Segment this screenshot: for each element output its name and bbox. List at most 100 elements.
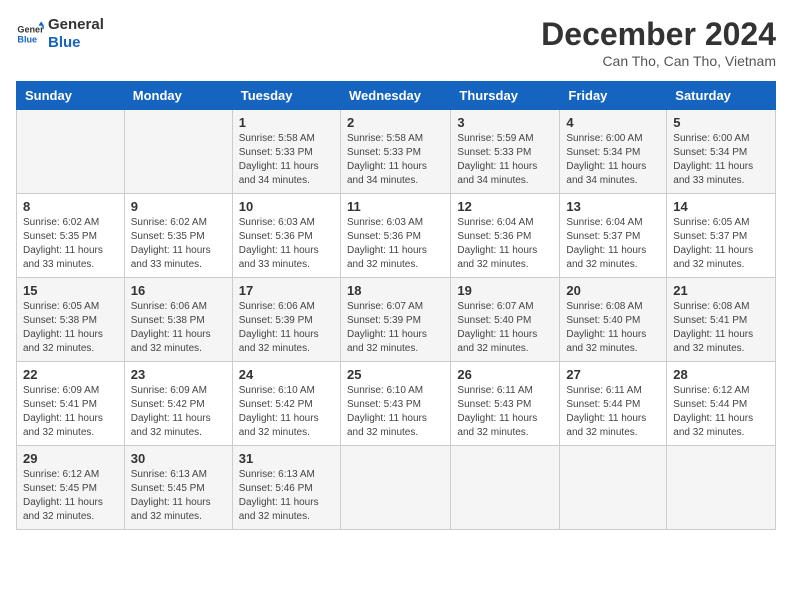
day-number: 31 [239, 451, 334, 466]
table-row: 31 Sunrise: 6:13 AMSunset: 5:46 PMDaylig… [232, 446, 340, 530]
table-row: 16 Sunrise: 6:06 AMSunset: 5:38 PMDaylig… [124, 278, 232, 362]
day-number: 12 [457, 199, 553, 214]
day-number: 16 [131, 283, 226, 298]
day-number: 17 [239, 283, 334, 298]
day-number: 15 [23, 283, 118, 298]
day-info: Sunrise: 6:08 AMSunset: 5:40 PMDaylight:… [566, 300, 660, 356]
day-info: Sunrise: 6:05 AMSunset: 5:38 PMDaylight:… [23, 300, 118, 356]
table-row: 2 Sunrise: 5:58 AMSunset: 5:33 PMDayligh… [340, 110, 450, 194]
day-info: Sunrise: 6:11 AMSunset: 5:43 PMDaylight:… [457, 384, 553, 440]
calendar-week-row: 29 Sunrise: 6:12 AMSunset: 5:45 PMDaylig… [17, 446, 776, 530]
table-row: 26 Sunrise: 6:11 AMSunset: 5:43 PMDaylig… [451, 362, 560, 446]
day-number: 29 [23, 451, 118, 466]
day-info: Sunrise: 6:00 AMSunset: 5:34 PMDaylight:… [566, 132, 660, 188]
table-row: 19 Sunrise: 6:07 AMSunset: 5:40 PMDaylig… [451, 278, 560, 362]
day-info: Sunrise: 6:00 AMSunset: 5:34 PMDaylight:… [673, 132, 769, 188]
day-number: 19 [457, 283, 553, 298]
table-row [124, 110, 232, 194]
day-number: 30 [131, 451, 226, 466]
day-info: Sunrise: 6:02 AMSunset: 5:35 PMDaylight:… [131, 216, 226, 272]
day-info: Sunrise: 6:03 AMSunset: 5:36 PMDaylight:… [239, 216, 334, 272]
logo-blue: Blue [48, 34, 104, 52]
day-number: 1 [239, 115, 334, 130]
calendar-header-row: Sunday Monday Tuesday Wednesday Thursday… [17, 82, 776, 110]
day-info: Sunrise: 6:06 AMSunset: 5:38 PMDaylight:… [131, 300, 226, 356]
table-row: 13 Sunrise: 6:04 AMSunset: 5:37 PMDaylig… [560, 194, 667, 278]
table-row: 12 Sunrise: 6:04 AMSunset: 5:36 PMDaylig… [451, 194, 560, 278]
day-info: Sunrise: 5:59 AMSunset: 5:33 PMDaylight:… [457, 132, 553, 188]
day-info: Sunrise: 6:07 AMSunset: 5:40 PMDaylight:… [457, 300, 553, 356]
day-number: 8 [23, 199, 118, 214]
day-info: Sunrise: 6:08 AMSunset: 5:41 PMDaylight:… [673, 300, 769, 356]
table-row: 24 Sunrise: 6:10 AMSunset: 5:42 PMDaylig… [232, 362, 340, 446]
table-row: 29 Sunrise: 6:12 AMSunset: 5:45 PMDaylig… [17, 446, 125, 530]
day-info: Sunrise: 6:13 AMSunset: 5:46 PMDaylight:… [239, 468, 334, 524]
table-row: 17 Sunrise: 6:06 AMSunset: 5:39 PMDaylig… [232, 278, 340, 362]
day-info: Sunrise: 5:58 AMSunset: 5:33 PMDaylight:… [239, 132, 334, 188]
table-row [451, 446, 560, 530]
day-number: 5 [673, 115, 769, 130]
table-row: 21 Sunrise: 6:08 AMSunset: 5:41 PMDaylig… [667, 278, 776, 362]
logo: General Blue General Blue [16, 16, 104, 52]
header-tuesday: Tuesday [232, 82, 340, 110]
table-row: 11 Sunrise: 6:03 AMSunset: 5:36 PMDaylig… [340, 194, 450, 278]
day-number: 22 [23, 367, 118, 382]
svg-text:Blue: Blue [17, 34, 37, 44]
table-row: 9 Sunrise: 6:02 AMSunset: 5:35 PMDayligh… [124, 194, 232, 278]
day-info: Sunrise: 6:04 AMSunset: 5:37 PMDaylight:… [566, 216, 660, 272]
table-row: 14 Sunrise: 6:05 AMSunset: 5:37 PMDaylig… [667, 194, 776, 278]
day-info: Sunrise: 6:04 AMSunset: 5:36 PMDaylight:… [457, 216, 553, 272]
table-row: 27 Sunrise: 6:11 AMSunset: 5:44 PMDaylig… [560, 362, 667, 446]
day-info: Sunrise: 6:12 AMSunset: 5:45 PMDaylight:… [23, 468, 118, 524]
table-row [17, 110, 125, 194]
day-info: Sunrise: 6:10 AMSunset: 5:42 PMDaylight:… [239, 384, 334, 440]
table-row: 10 Sunrise: 6:03 AMSunset: 5:36 PMDaylig… [232, 194, 340, 278]
header-sunday: Sunday [17, 82, 125, 110]
day-info: Sunrise: 6:09 AMSunset: 5:42 PMDaylight:… [131, 384, 226, 440]
location: Can Tho, Can Tho, Vietnam [541, 53, 776, 69]
day-info: Sunrise: 6:02 AMSunset: 5:35 PMDaylight:… [23, 216, 118, 272]
table-row: 23 Sunrise: 6:09 AMSunset: 5:42 PMDaylig… [124, 362, 232, 446]
day-number: 23 [131, 367, 226, 382]
table-row: 1 Sunrise: 5:58 AMSunset: 5:33 PMDayligh… [232, 110, 340, 194]
day-number: 10 [239, 199, 334, 214]
calendar-week-row: 1 Sunrise: 5:58 AMSunset: 5:33 PMDayligh… [17, 110, 776, 194]
day-info: Sunrise: 6:13 AMSunset: 5:45 PMDaylight:… [131, 468, 226, 524]
day-number: 14 [673, 199, 769, 214]
day-info: Sunrise: 6:03 AMSunset: 5:36 PMDaylight:… [347, 216, 444, 272]
day-info: Sunrise: 6:12 AMSunset: 5:44 PMDaylight:… [673, 384, 769, 440]
calendar-week-row: 22 Sunrise: 6:09 AMSunset: 5:41 PMDaylig… [17, 362, 776, 446]
calendar-week-row: 15 Sunrise: 6:05 AMSunset: 5:38 PMDaylig… [17, 278, 776, 362]
day-number: 20 [566, 283, 660, 298]
day-info: Sunrise: 6:07 AMSunset: 5:39 PMDaylight:… [347, 300, 444, 356]
header-saturday: Saturday [667, 82, 776, 110]
day-info: Sunrise: 6:06 AMSunset: 5:39 PMDaylight:… [239, 300, 334, 356]
day-number: 13 [566, 199, 660, 214]
header-wednesday: Wednesday [340, 82, 450, 110]
header-thursday: Thursday [451, 82, 560, 110]
table-row [667, 446, 776, 530]
day-number: 28 [673, 367, 769, 382]
table-row [560, 446, 667, 530]
logo-general: General [48, 16, 104, 34]
svg-text:General: General [17, 25, 44, 35]
calendar-table: Sunday Monday Tuesday Wednesday Thursday… [16, 81, 776, 530]
table-row: 25 Sunrise: 6:10 AMSunset: 5:43 PMDaylig… [340, 362, 450, 446]
day-number: 21 [673, 283, 769, 298]
day-number: 27 [566, 367, 660, 382]
month-title: December 2024 [541, 16, 776, 53]
day-number: 11 [347, 199, 444, 214]
day-info: Sunrise: 6:10 AMSunset: 5:43 PMDaylight:… [347, 384, 444, 440]
table-row: 28 Sunrise: 6:12 AMSunset: 5:44 PMDaylig… [667, 362, 776, 446]
table-row: 5 Sunrise: 6:00 AMSunset: 5:34 PMDayligh… [667, 110, 776, 194]
day-info: Sunrise: 6:05 AMSunset: 5:37 PMDaylight:… [673, 216, 769, 272]
header-friday: Friday [560, 82, 667, 110]
table-row: 15 Sunrise: 6:05 AMSunset: 5:38 PMDaylig… [17, 278, 125, 362]
day-info: Sunrise: 6:09 AMSunset: 5:41 PMDaylight:… [23, 384, 118, 440]
header-monday: Monday [124, 82, 232, 110]
day-number: 24 [239, 367, 334, 382]
day-info: Sunrise: 6:11 AMSunset: 5:44 PMDaylight:… [566, 384, 660, 440]
table-row: 22 Sunrise: 6:09 AMSunset: 5:41 PMDaylig… [17, 362, 125, 446]
table-row: 3 Sunrise: 5:59 AMSunset: 5:33 PMDayligh… [451, 110, 560, 194]
table-row: 30 Sunrise: 6:13 AMSunset: 5:45 PMDaylig… [124, 446, 232, 530]
